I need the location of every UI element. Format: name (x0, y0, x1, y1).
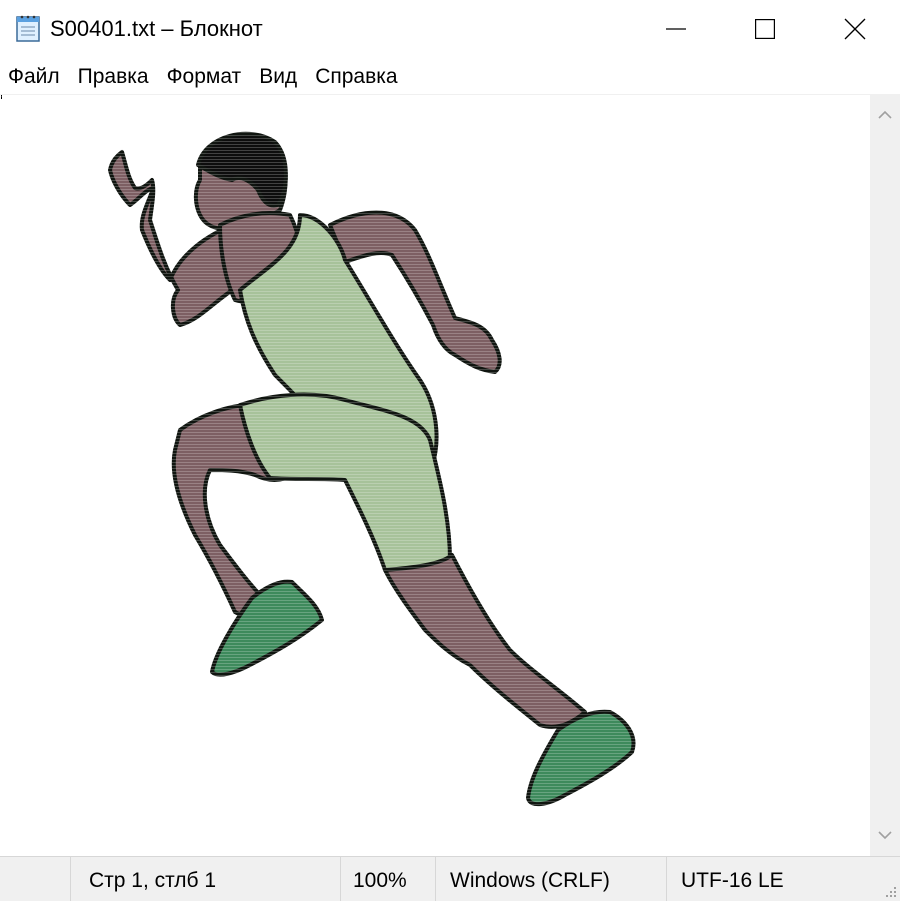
zoom-level: 100% (353, 869, 407, 892)
maximize-button[interactable] (720, 0, 810, 58)
status-separator (340, 857, 341, 901)
menu-bar: Файл Правка Формат Вид Справка (0, 60, 900, 94)
status-bar: Стр 1, стлб 1 100% Windows (CRLF) UTF-16… (0, 856, 900, 901)
running-athlete-ascii-art (0, 96, 870, 854)
status-separator (666, 857, 667, 901)
menu-format[interactable]: Формат (158, 60, 251, 94)
menu-file[interactable]: Файл (0, 60, 69, 94)
chevron-up-icon (878, 110, 892, 119)
encoding: UTF-16 LE (681, 869, 784, 892)
minimize-button[interactable] (631, 0, 721, 58)
menu-edit[interactable]: Правка (69, 60, 158, 94)
scroll-up-button[interactable] (870, 100, 900, 130)
title-bar[interactable]: S00401.txt – Блокнот (0, 0, 900, 58)
status-separator (435, 857, 436, 901)
menu-view[interactable]: Вид (250, 60, 306, 94)
chevron-down-icon (878, 831, 892, 840)
notepad-icon (16, 15, 40, 42)
notepad-window: S00401.txt – Блокнот Файл Правка Формат … (0, 0, 900, 901)
vertical-scrollbar[interactable] (870, 94, 900, 856)
minimize-icon (666, 28, 686, 30)
resize-grip-icon[interactable] (882, 883, 898, 899)
cursor-position: Стр 1, стлб 1 (89, 869, 217, 892)
maximize-icon (755, 19, 775, 39)
scroll-down-button[interactable] (870, 820, 900, 850)
menu-help[interactable]: Справка (306, 60, 406, 94)
close-button[interactable] (810, 0, 900, 58)
status-separator (70, 857, 71, 901)
window-title: S00401.txt – Блокнот (50, 16, 263, 41)
close-icon (844, 18, 866, 40)
line-endings: Windows (CRLF) (450, 869, 610, 892)
